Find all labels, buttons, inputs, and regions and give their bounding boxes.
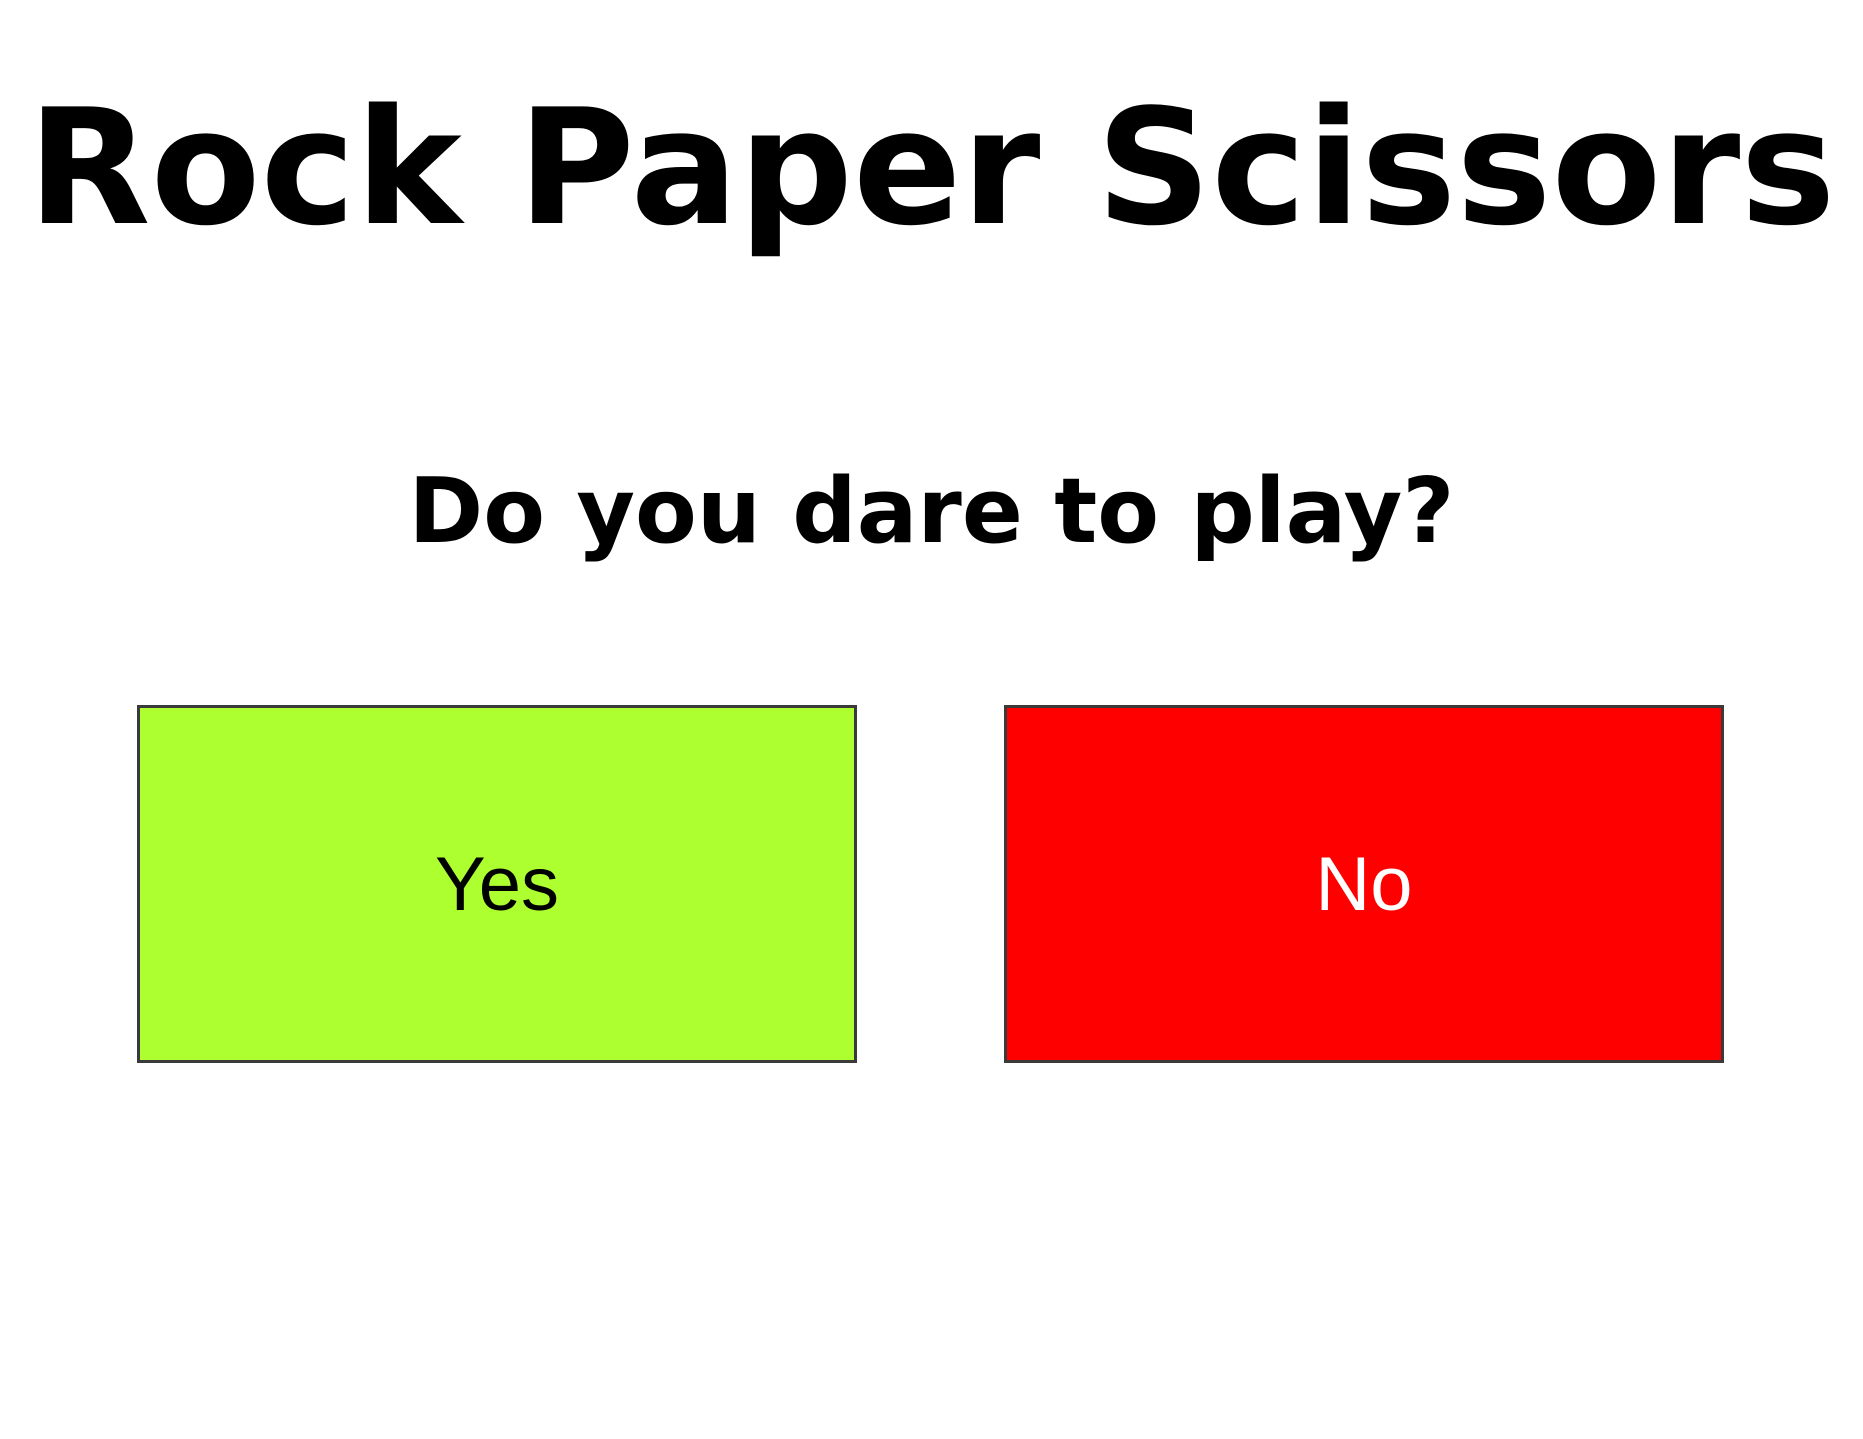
yes-button-label: Yes: [435, 841, 559, 927]
play-question: Do you dare to play?: [408, 459, 1455, 564]
no-button-label: No: [1315, 841, 1413, 927]
yes-button[interactable]: Yes: [137, 705, 857, 1063]
no-button[interactable]: No: [1004, 705, 1724, 1063]
page-title: Rock Paper Scissors: [27, 74, 1836, 261]
